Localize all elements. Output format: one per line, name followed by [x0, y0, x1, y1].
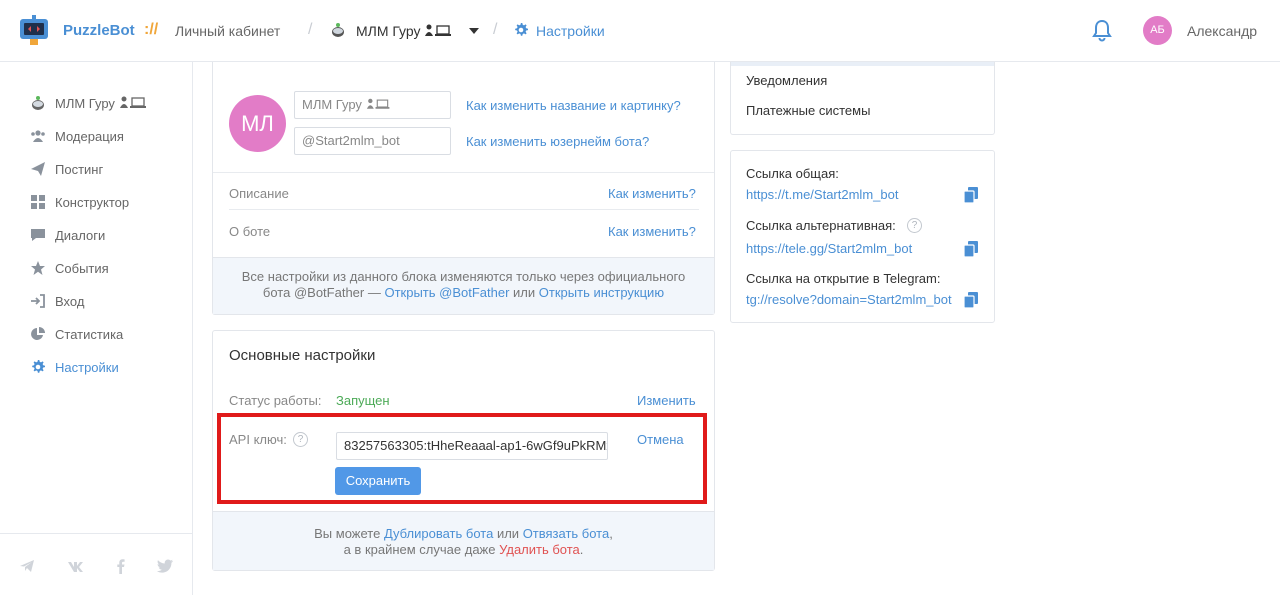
alt-link-label: Ссылка альтернативная: — [746, 218, 896, 233]
gear-icon — [32, 360, 45, 373]
sidebar-item-moderation[interactable]: Модерация — [30, 126, 190, 148]
divider — [213, 172, 714, 173]
status-value: Запущен — [336, 393, 390, 408]
grid-icon — [31, 195, 45, 209]
api-key-label: API ключ: — [229, 432, 287, 447]
unlink-bot-link[interactable]: Отвязать бота — [523, 526, 610, 541]
copy-icon[interactable] — [964, 241, 978, 257]
duplicate-bot-link[interactable]: Дублировать бота — [384, 526, 493, 541]
status-label: Статус работы: — [229, 393, 322, 408]
open-botfather-link[interactable]: Открыть @BotFather — [384, 285, 509, 300]
telegram-link[interactable]: tg://resolve?domain=Start2mlm_bot — [746, 292, 952, 307]
api-key-input[interactable]: 83257563305:tHheReaaal-ap1-6wGf9uPkRMx — [336, 432, 608, 460]
description-label: Описание — [229, 186, 289, 201]
change-status-link[interactable]: Изменить — [637, 393, 696, 408]
info-text: Все настройки из данного блока изменяютс… — [213, 269, 714, 301]
sidebar-item-label: Статистика — [55, 327, 124, 342]
bottom-line2: а в крайнем случае даже — [343, 542, 496, 557]
brand-name[interactable]: PuzzleBot — [63, 22, 135, 39]
facebook-icon[interactable] — [116, 558, 126, 574]
menu-active-bar — [731, 62, 994, 66]
star-icon — [31, 261, 45, 275]
bot-emoji-icon — [425, 24, 452, 36]
sidebar-item-settings[interactable]: Настройки — [30, 357, 190, 379]
sidebar-item-label: МЛМ Гуру — [55, 96, 149, 111]
copy-icon[interactable] — [964, 187, 978, 203]
info-line: Все настройки из данного блока изменяютс… — [241, 269, 686, 284]
bottom-comma: , — [609, 526, 613, 541]
info-prefix: бота @BotFather — — [262, 285, 381, 300]
breadcrumb-settings[interactable]: Настройки — [536, 23, 605, 39]
sidebar-item-label: Диалоги — [55, 228, 106, 243]
bot-icon — [32, 96, 44, 110]
sidebar-item-label: Модерация — [55, 129, 124, 144]
alt-link[interactable]: https://tele.gg/Start2mlm_bot — [746, 241, 912, 256]
bell-icon[interactable] — [1091, 18, 1113, 42]
delete-bot-link[interactable]: Удалить бота — [499, 542, 580, 557]
sidebar-item-constructor[interactable]: Конструктор — [30, 192, 190, 214]
puzzlebot-logo-icon[interactable] — [18, 13, 50, 49]
pie-chart-icon — [31, 327, 45, 340]
twitter-icon[interactable] — [156, 558, 174, 574]
sidebar-item-label: Вход — [55, 294, 85, 309]
bottom-prefix: Вы можете — [314, 526, 381, 541]
bot-name-field[interactable]: МЛМ Гуру — [294, 91, 451, 119]
settings-title: Основные настройки — [229, 347, 376, 364]
open-instruction-link[interactable]: Открыть инструкцию — [539, 285, 664, 300]
sidebar-item-dialogs[interactable]: Диалоги — [30, 225, 190, 247]
sidebar-item-label: Настройки — [55, 360, 119, 375]
users-icon — [31, 130, 45, 142]
login-icon — [31, 294, 45, 308]
save-button[interactable]: Сохранить — [335, 467, 421, 495]
gear-icon — [515, 23, 528, 36]
chevron-down-icon[interactable] — [469, 28, 479, 34]
sidebar-item-label: Конструктор — [55, 195, 130, 210]
menu-item-payments[interactable]: Платежные системы — [746, 103, 870, 118]
help-change-name-link[interactable]: Как изменить название и картинку? — [466, 98, 681, 113]
sidebar-item-events[interactable]: События — [30, 258, 190, 280]
username[interactable]: Александр — [1187, 23, 1257, 39]
about-change-link[interactable]: Как изменить? — [608, 224, 696, 239]
sidebar-item-label: События — [55, 261, 109, 276]
divider — [229, 209, 699, 210]
sidebar-divider — [0, 533, 193, 534]
telegram-link-label: Ссылка на открытие в Telegram: — [746, 271, 941, 286]
user-avatar[interactable]: АБ — [1143, 16, 1172, 45]
bot-icon — [332, 23, 344, 37]
info-mid: или — [513, 285, 536, 300]
cancel-link[interactable]: Отмена — [637, 432, 684, 447]
general-link-label: Ссылка общая: — [746, 166, 839, 181]
alt-link-help-icon[interactable]: ? — [907, 218, 922, 233]
sidebar-item-statistics[interactable]: Статистика — [30, 324, 190, 346]
breadcrumb-separator: / — [308, 21, 313, 38]
help-change-username-link[interactable]: Как изменить юзернейм бота? — [466, 134, 649, 149]
bottom-mid: или — [496, 526, 520, 541]
bottom-info-text: Вы можете Дублировать бота или Отвязать … — [213, 526, 714, 558]
general-link[interactable]: https://t.me/Start2mlm_bot — [746, 187, 898, 202]
bot-emoji-icon — [119, 96, 146, 108]
sidebar-item-label: Постинг — [55, 162, 104, 177]
sidebar-item-posting[interactable]: Постинг — [30, 159, 190, 181]
bottom-end: . — [579, 542, 584, 557]
about-label: О боте — [229, 224, 271, 239]
bot-username-field[interactable]: @Start2mlm_bot — [294, 127, 451, 155]
bot-emoji-icon — [366, 98, 389, 109]
chat-icon — [31, 229, 45, 241]
copy-icon[interactable] — [964, 292, 978, 308]
menu-item-notifications[interactable]: Уведомления — [746, 73, 827, 88]
description-change-link[interactable]: Как изменить? — [608, 186, 696, 201]
breadcrumb-cabinet[interactable]: Личный кабинет — [175, 23, 280, 39]
brand-separator: :// — [144, 21, 159, 38]
bot-avatar[interactable]: МЛ — [229, 95, 286, 152]
sidebar-item-login[interactable]: Вход — [30, 291, 190, 313]
api-help-icon[interactable]: ? — [293, 432, 308, 447]
telegram-icon[interactable] — [19, 558, 35, 574]
send-icon — [31, 162, 45, 176]
breadcrumb-separator: / — [493, 21, 498, 38]
sidebar-item-bot[interactable]: МЛМ Гуру — [30, 93, 190, 115]
breadcrumb-bot-name[interactable]: МЛМ Гуру — [356, 23, 454, 39]
vk-icon[interactable] — [67, 558, 87, 574]
